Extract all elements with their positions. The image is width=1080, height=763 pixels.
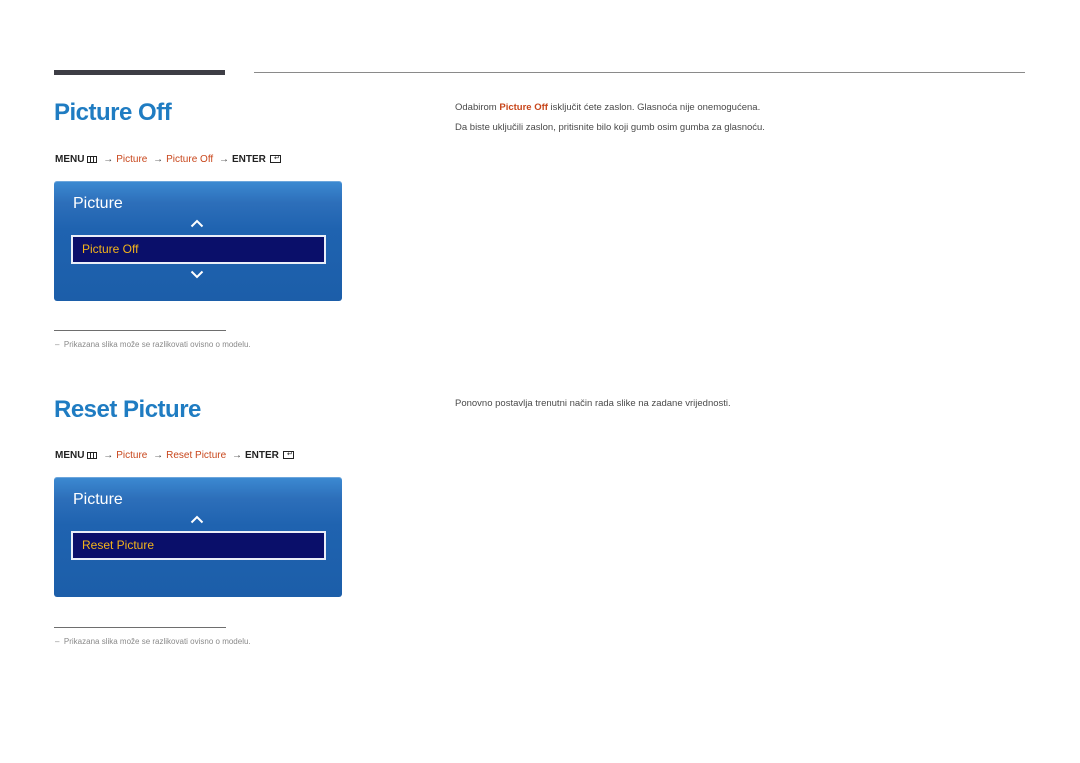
- header-rule-thick: [54, 70, 225, 75]
- menu-keyword: MENU: [55, 450, 85, 461]
- enter-icon: ↵: [282, 451, 294, 460]
- chevron-up-icon[interactable]: [190, 515, 204, 524]
- footnote-text: Prikazana slika može se razlikovati ovis…: [63, 340, 251, 349]
- arrow-icon: →: [231, 450, 242, 461]
- desc-highlight: Picture Off: [499, 102, 548, 113]
- desc-text: isključit ćete zaslon. Glasnoća nije one…: [547, 102, 761, 113]
- osd-menu-reset-picture: Picture Reset Picture: [54, 477, 342, 597]
- enter-keyword: ENTER: [231, 154, 266, 165]
- osd-selected-item[interactable]: Reset Picture: [71, 531, 326, 560]
- osd-menu-picture-off: Picture Picture Off: [54, 181, 342, 301]
- section-title-reset-picture: Reset Picture: [54, 396, 201, 423]
- description-picture-off-line1: Odabirom Picture Off isključit ćete zasl…: [455, 102, 760, 113]
- osd-item-label: Picture Off: [82, 242, 139, 256]
- menu-icon: [87, 451, 98, 459]
- enter-icon: ↵: [269, 155, 281, 164]
- arrow-icon: →: [153, 154, 164, 165]
- arrow-icon: →: [103, 154, 114, 165]
- footnote-text: Prikazana slika može se razlikovati ovis…: [63, 637, 251, 646]
- menu-path-picture-off: MENU → Picture → Picture Off → ENTER ↵: [55, 154, 281, 165]
- enter-keyword: ENTER: [244, 450, 279, 461]
- footnote-rule: [54, 330, 226, 331]
- footnote-reset-picture: – Prikazana slika može se razlikovati ov…: [55, 637, 251, 646]
- footnote-rule: [54, 627, 226, 628]
- osd-title: Picture: [73, 491, 123, 508]
- menu-step-picture-off: Picture Off: [166, 154, 214, 165]
- menu-path-reset-picture: MENU → Picture → Reset Picture → ENTER ↵: [55, 450, 294, 461]
- arrow-icon: →: [153, 450, 164, 461]
- footnote-dash: –: [55, 340, 60, 349]
- chevron-up-icon[interactable]: [190, 219, 204, 228]
- footnote-picture-off: – Prikazana slika može se razlikovati ov…: [55, 340, 251, 349]
- osd-item-label: Reset Picture: [82, 538, 155, 552]
- description-picture-off-line2: Da biste uključili zaslon, pritisnite bi…: [455, 122, 765, 133]
- osd-title: Picture: [73, 195, 123, 212]
- menu-step-picture: Picture: [116, 450, 148, 461]
- description-reset-picture: Ponovno postavlja trenutni način rada sl…: [455, 398, 731, 409]
- osd-selected-item[interactable]: Picture Off: [71, 235, 326, 264]
- footnote-dash: –: [55, 637, 60, 646]
- header-rule-thin: [254, 72, 1025, 73]
- menu-step-picture: Picture: [116, 154, 148, 165]
- chevron-down-icon[interactable]: [190, 270, 204, 279]
- section-title-picture-off: Picture Off: [54, 99, 172, 126]
- arrow-icon: →: [218, 154, 229, 165]
- desc-text: Odabirom: [455, 102, 500, 113]
- menu-keyword: MENU: [55, 154, 85, 165]
- arrow-icon: →: [103, 450, 114, 461]
- menu-icon: [87, 155, 98, 163]
- menu-step-reset-picture: Reset Picture: [166, 450, 227, 461]
